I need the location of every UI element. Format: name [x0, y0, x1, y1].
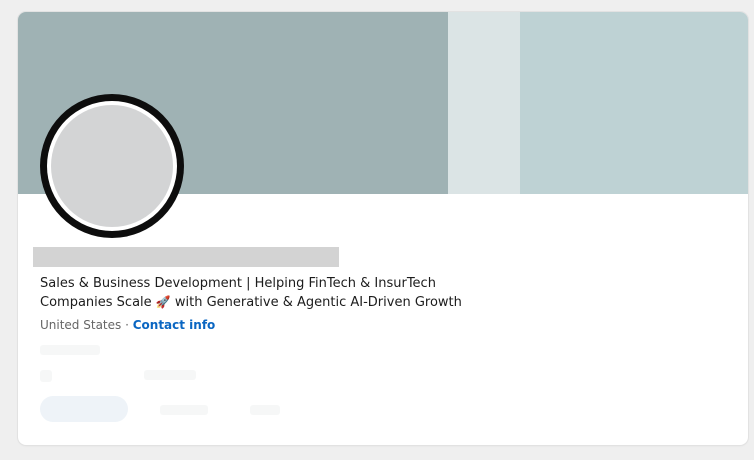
- profile-card: Sales & Business Development | Helping F…: [18, 12, 748, 445]
- faded-text-placeholder: [40, 345, 100, 355]
- headline-line-2-start: Companies Scale: [40, 295, 156, 310]
- avatar-photo-redacted: [51, 105, 173, 227]
- contact-info-link[interactable]: Contact info: [133, 318, 216, 332]
- location-row: United States · Contact info: [40, 318, 215, 332]
- faded-action-button: [40, 396, 128, 422]
- banner-stripe: [448, 12, 520, 194]
- location-separator: ·: [121, 318, 133, 332]
- headline-line-2: Companies Scale 🚀 with Generative & Agen…: [40, 293, 480, 312]
- profile-headline: Sales & Business Development | Helping F…: [40, 275, 480, 312]
- faded-text-placeholder: [144, 370, 196, 380]
- profile-name-redacted: [33, 247, 339, 267]
- avatar-ring: [47, 101, 177, 231]
- rocket-icon: 🚀: [155, 295, 171, 309]
- avatar[interactable]: [40, 94, 184, 238]
- banner-right-panel: [520, 12, 748, 194]
- faded-action-placeholder: [160, 405, 208, 415]
- faded-text-placeholder: [40, 370, 52, 382]
- headline-line-1: Sales & Business Development | Helping F…: [40, 276, 436, 291]
- location-text: United States: [40, 318, 122, 332]
- headline-line-2-end: with Generative & Agentic AI-Driven Grow…: [170, 295, 462, 310]
- faded-action-placeholder: [250, 405, 280, 415]
